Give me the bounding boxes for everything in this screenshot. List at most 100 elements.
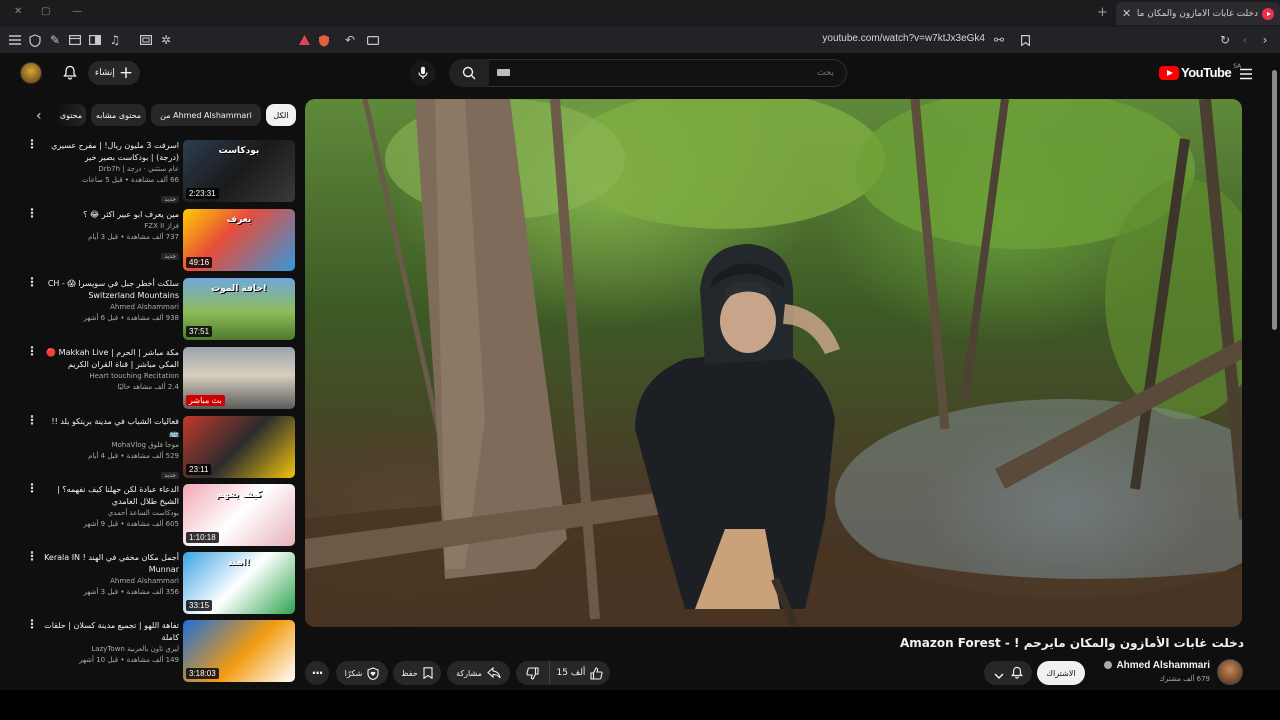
video-options-icon[interactable]: ⋮ bbox=[26, 550, 38, 568]
chip-from-channel[interactable]: من Ahmed Alshammari bbox=[151, 104, 261, 126]
page-scrollbar[interactable] bbox=[1271, 60, 1278, 690]
subscribe-button[interactable]: الاشتراك bbox=[1037, 661, 1085, 685]
recommendation-channel[interactable]: فراز FZX II bbox=[42, 221, 179, 232]
thanks-button[interactable]: شكرًا bbox=[336, 661, 388, 685]
extensions-icon[interactable]: ✲ bbox=[157, 31, 175, 49]
browser-tab-active[interactable]: ✕ دخلت غابات الأمازون والمكان ما... bbox=[1116, 2, 1280, 25]
window-minimize-icon[interactable]: — bbox=[72, 6, 82, 17]
recommendation-meta: 356 ألف مشاهدة • قبل 3 أشهر bbox=[83, 588, 179, 596]
tabs-icon[interactable] bbox=[66, 31, 84, 49]
youtube-logo[interactable]: YouTube SA bbox=[1159, 63, 1241, 80]
video-options-icon[interactable]: ⋮ bbox=[26, 345, 38, 363]
like-button[interactable]: 15 ألف bbox=[550, 661, 610, 685]
screenshot-icon[interactable] bbox=[137, 31, 155, 49]
recommendation-title[interactable]: تفاهة اللهو | تجميع مدينة كسلان | حلقات … bbox=[42, 620, 179, 644]
video-player[interactable] bbox=[305, 99, 1242, 627]
search-input[interactable] bbox=[489, 59, 847, 87]
forward-arrow-icon[interactable]: › bbox=[1256, 31, 1274, 49]
recommendation-thumbnail[interactable]: بث مباشر bbox=[183, 347, 295, 409]
recommendation-thumbnail[interactable]: اهند! 33:15 bbox=[183, 552, 295, 614]
recommendation-channel[interactable]: ليزي تاون بالعربية LazyTown bbox=[42, 644, 179, 655]
shield-icon[interactable] bbox=[26, 31, 44, 49]
recommendation-title[interactable]: سلكت أخطر جبل في سويسرا 😱 - CH Switzerla… bbox=[42, 278, 179, 302]
recommendation-info: اسرفت 3 مليون ريال! | مفرح عسيري (درجة) … bbox=[42, 140, 179, 205]
recommendation-thumbnail[interactable]: 3:18:03 bbox=[183, 620, 295, 682]
recommendation-title[interactable]: مين يعرف ابو عبير اكثر 😂 ؟ bbox=[42, 209, 179, 221]
verified-icon bbox=[1104, 661, 1113, 670]
video-options-icon[interactable]: ⋮ bbox=[26, 482, 38, 500]
video-options-icon[interactable]: ⋮ bbox=[26, 138, 38, 156]
browser-tab-strip: ✕ ▢ — + ✕ دخلت غابات الأمازون والمكان ما… bbox=[0, 0, 1280, 27]
recommendation-title[interactable]: فعاليات الشباب في مدينة بريتكو بلد !! 🚌 bbox=[42, 416, 179, 440]
reload-icon[interactable]: ↻ bbox=[1216, 31, 1234, 49]
share-button[interactable]: مشاركة bbox=[447, 661, 510, 685]
window-close-icon[interactable]: ✕ bbox=[14, 6, 22, 17]
recommendation-thumbnail[interactable]: 23:11 bbox=[183, 416, 295, 478]
recommendation-thumbnail[interactable]: بودكاست 2:23:31 bbox=[183, 140, 295, 202]
recommendation-thumbnail[interactable]: كيف يفهم 1:10:18 bbox=[183, 484, 295, 546]
recommendation-channel[interactable]: Ahmed Alshammari bbox=[42, 576, 179, 587]
browser-menu-icon[interactable] bbox=[6, 31, 24, 49]
recommendation-channel[interactable]: موجا فلوق MohaVlog bbox=[42, 440, 179, 451]
tab-close-icon[interactable]: ✕ bbox=[1122, 7, 1136, 20]
channel-notifications-button[interactable] bbox=[984, 661, 1032, 685]
bookmark-icon[interactable] bbox=[1016, 31, 1034, 49]
undo-icon[interactable]: ↶ bbox=[341, 31, 359, 49]
recommendation-item[interactable]: ⋮ أجمل مكان مخفي في الهند ! Kerala IN Mun… bbox=[20, 550, 296, 616]
recommendation-channel[interactable]: بودكاست الساعة أحمدي bbox=[42, 508, 179, 519]
recommendation-thumbnail[interactable]: حافة الموت! 37:51 bbox=[183, 278, 295, 340]
search-keyboard-chip[interactable] bbox=[497, 69, 510, 76]
chip-all[interactable]: الكل bbox=[266, 104, 296, 126]
dislike-button[interactable] bbox=[516, 661, 550, 685]
account-avatar[interactable] bbox=[20, 62, 42, 84]
aria-icon[interactable] bbox=[295, 31, 313, 49]
video-options-icon[interactable]: ⋮ bbox=[26, 618, 38, 636]
notifications-icon[interactable] bbox=[60, 62, 80, 82]
recommendation-channel[interactable]: Ahmed Alshammari bbox=[42, 302, 179, 313]
back-arrow-icon[interactable]: ‹ bbox=[1236, 31, 1254, 49]
recommendation-thumbnail[interactable]: يعرف 49:16 bbox=[183, 209, 295, 271]
recommendation-channel[interactable]: Heart touching Recitation bbox=[42, 371, 179, 382]
channel-avatar[interactable] bbox=[1217, 659, 1243, 685]
recommendation-title[interactable]: مكة مباشر | الحرم | Makkah Live 🔴 المكي … bbox=[42, 347, 179, 371]
chips-scroll-left-icon[interactable]: ‹ bbox=[36, 108, 42, 124]
recommendation-item[interactable]: ⋮ فعاليات الشباب في مدينة بريتكو بلد !! 🚌… bbox=[20, 414, 296, 480]
duration-badge: بث مباشر bbox=[186, 395, 225, 406]
video-options-icon[interactable]: ⋮ bbox=[26, 414, 38, 432]
site-settings-icon[interactable]: ⚯ bbox=[990, 31, 1008, 49]
address-bar[interactable]: youtube.com/watch?v=w7ktJx3eGk4 bbox=[740, 33, 985, 44]
video-options-icon[interactable]: ⋮ bbox=[26, 207, 38, 225]
new-tab-icon[interactable]: + bbox=[1097, 5, 1108, 20]
search-button[interactable] bbox=[449, 59, 489, 87]
channel-name[interactable]: Ahmed Alshammari bbox=[1090, 660, 1210, 671]
more-actions-button[interactable]: ··· bbox=[305, 661, 329, 685]
voice-search-button[interactable] bbox=[410, 60, 436, 86]
recommendation-item[interactable]: ⋮ تفاهة اللهو | تجميع مدينة كسلان | حلقات… bbox=[20, 618, 296, 684]
recommendation-item[interactable]: ⋮ اسرفت 3 مليون ريال! | مفرح عسيري (درجة)… bbox=[20, 138, 296, 205]
recommendation-title[interactable]: اسرفت 3 مليون ريال! | مفرح عسيري (درجة) … bbox=[42, 140, 179, 164]
new-badge: جديد bbox=[161, 196, 179, 203]
plus-icon: + bbox=[118, 62, 134, 83]
recommendation-item[interactable]: ⋮ الدعاء عبادة لكن جهلنا كيف نفهمه؟ | الش… bbox=[20, 482, 296, 548]
adblock-shield-icon[interactable] bbox=[315, 31, 333, 49]
music-icon[interactable]: ♫ bbox=[106, 31, 124, 49]
recommendation-item[interactable]: ⋮ سلكت أخطر جبل في سويسرا 😱 - CH Switzerl… bbox=[20, 276, 296, 342]
recommendation-channel[interactable]: عام ستثني · درجة | Drb7h bbox=[42, 164, 179, 175]
create-button[interactable]: إنشاء + bbox=[88, 61, 140, 85]
recommendation-item[interactable]: ⋮ مين يعرف ابو عبير اكثر 😂 ؟ فراز FZX II 73… bbox=[20, 207, 296, 273]
guide-menu-icon[interactable] bbox=[1239, 65, 1253, 80]
sidebar-toggle-icon[interactable] bbox=[86, 31, 104, 49]
window-maximize-icon[interactable]: ▢ bbox=[41, 6, 50, 17]
recommendation-title[interactable]: أجمل مكان مخفي في الهند ! Kerala IN Munn… bbox=[42, 552, 179, 576]
recommendation-meta: 2.4 ألف مشاهد حاليًا bbox=[117, 383, 179, 391]
recommendation-item[interactable]: ⋮ مكة مباشر | الحرم | Makkah Live 🔴 المكي… bbox=[20, 345, 296, 411]
cast-icon[interactable] bbox=[364, 31, 382, 49]
recommendation-title[interactable]: الدعاء عبادة لكن جهلنا كيف نفهمه؟ | الشي… bbox=[42, 484, 179, 508]
video-options-icon[interactable]: ⋮ bbox=[26, 276, 38, 294]
scrollbar-thumb[interactable] bbox=[1272, 70, 1277, 330]
chip-more[interactable]: محتوى bbox=[56, 104, 86, 126]
duration-badge: 37:51 bbox=[186, 326, 213, 337]
chip-related[interactable]: محتوى مشابه bbox=[91, 104, 146, 126]
save-button[interactable]: حفظ bbox=[393, 661, 441, 685]
pen-icon[interactable]: ✎ bbox=[46, 31, 64, 49]
